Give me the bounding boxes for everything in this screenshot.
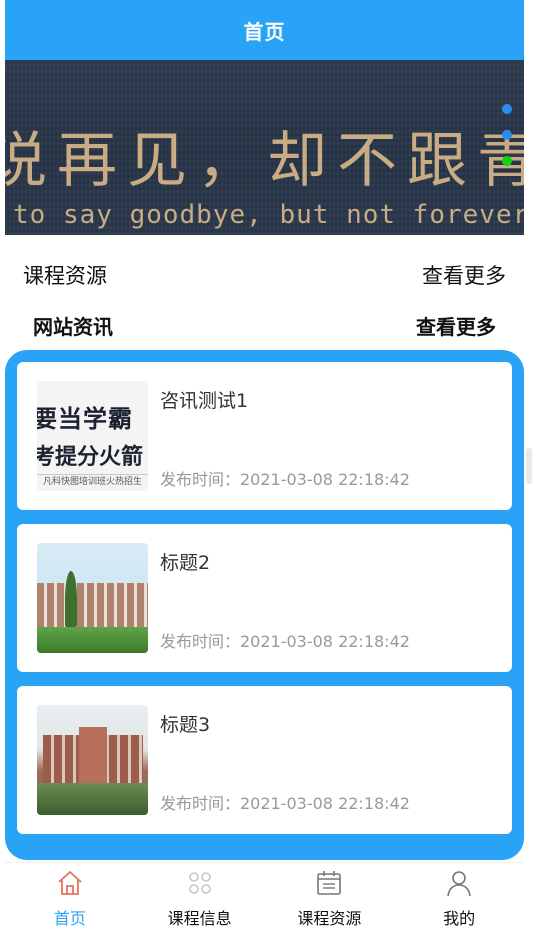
- bottom-tab-bar: 首页 课程信息 课程资源 我的: [5, 862, 524, 933]
- news-section-title: 网站资讯: [33, 314, 113, 339]
- tab-course-resources[interactable]: 课程资源: [265, 863, 395, 933]
- banner-subline: to say goodbye, but not forever: [13, 200, 524, 230]
- news-card[interactable]: 标题2 发布时间：2021-03-08 22:18:42: [17, 524, 512, 672]
- app-screen: 首页 说再见，却不跟青春 to say goodbye, but not for…: [5, 0, 524, 940]
- thumb-headline: 要当学霸: [37, 405, 133, 433]
- banner-carousel[interactable]: 说再见，却不跟青春 to say goodbye, but not foreve…: [5, 60, 524, 235]
- news-card[interactable]: 标题3 发布时间：2021-03-08 22:18:42: [17, 686, 512, 834]
- carousel-dot-active[interactable]: [502, 156, 512, 166]
- news-title: 咨讯测试1: [160, 390, 249, 412]
- course-view-more-link[interactable]: 查看更多: [422, 260, 506, 290]
- news-publish-time: 发布时间：2021-03-08 22:18:42: [160, 470, 410, 489]
- thumb-caption: 凡科快图培训班火热招生: [37, 474, 148, 490]
- tab-home[interactable]: 首页: [5, 863, 135, 933]
- home-icon: [58, 871, 82, 895]
- thumb-subheadline: 考提分火箭: [37, 445, 144, 470]
- news-thumbnail: [37, 705, 148, 815]
- grid-icon: [188, 872, 211, 894]
- course-section-title: 课程资源: [23, 264, 107, 288]
- news-card[interactable]: 要当学霸 考提分火箭 凡科快图培训班火热招生 咨讯测试1 发布时间：2021-0…: [17, 362, 512, 510]
- page-scrollbar[interactable]: [524, 0, 534, 940]
- scrollbar-thumb[interactable]: [526, 448, 532, 484]
- news-section-header: 网站资讯 查看更多: [5, 308, 524, 342]
- news-publish-time: 发布时间：2021-03-08 22:18:42: [160, 794, 410, 813]
- tab-course-resources-label: 课程资源: [297, 909, 362, 928]
- thumb-building: [37, 583, 148, 628]
- top-header: 首页: [5, 0, 524, 60]
- tab-course-info-label: 课程信息: [167, 909, 232, 928]
- thumb-gate: [79, 727, 107, 783]
- carousel-dot[interactable]: [502, 104, 512, 114]
- news-publish-time: 发布时间：2021-03-08 22:18:42: [160, 632, 410, 651]
- news-thumbnail: [37, 543, 148, 653]
- news-view-more-link[interactable]: 查看更多: [416, 311, 496, 340]
- thumb-lawn: [37, 627, 148, 653]
- news-title: 标题2: [160, 552, 211, 574]
- tab-home-label: 首页: [53, 909, 86, 928]
- tab-course-info[interactable]: 课程信息: [135, 863, 265, 933]
- news-list: 要当学霸 考提分火箭 凡科快图培训班火热招生 咨讯测试1 发布时间：2021-0…: [5, 350, 524, 860]
- page-title: 首页: [243, 19, 286, 44]
- course-section-header: 课程资源 查看更多: [5, 258, 524, 292]
- news-thumbnail: 要当学霸 考提分火箭 凡科快图培训班火热招生: [37, 381, 148, 491]
- calendar-icon: [317, 871, 342, 895]
- news-title: 标题3: [160, 714, 211, 736]
- thumb-tree: [65, 571, 77, 627]
- banner-headline: 说再见，却不跟青春: [5, 126, 524, 196]
- carousel-indicators: [502, 104, 512, 166]
- user-icon: [447, 871, 471, 897]
- tab-mine-label: 我的: [443, 909, 476, 928]
- thumb-lawn: [37, 783, 148, 815]
- tab-mine[interactable]: 我的: [394, 863, 524, 933]
- carousel-dot[interactable]: [502, 130, 512, 140]
